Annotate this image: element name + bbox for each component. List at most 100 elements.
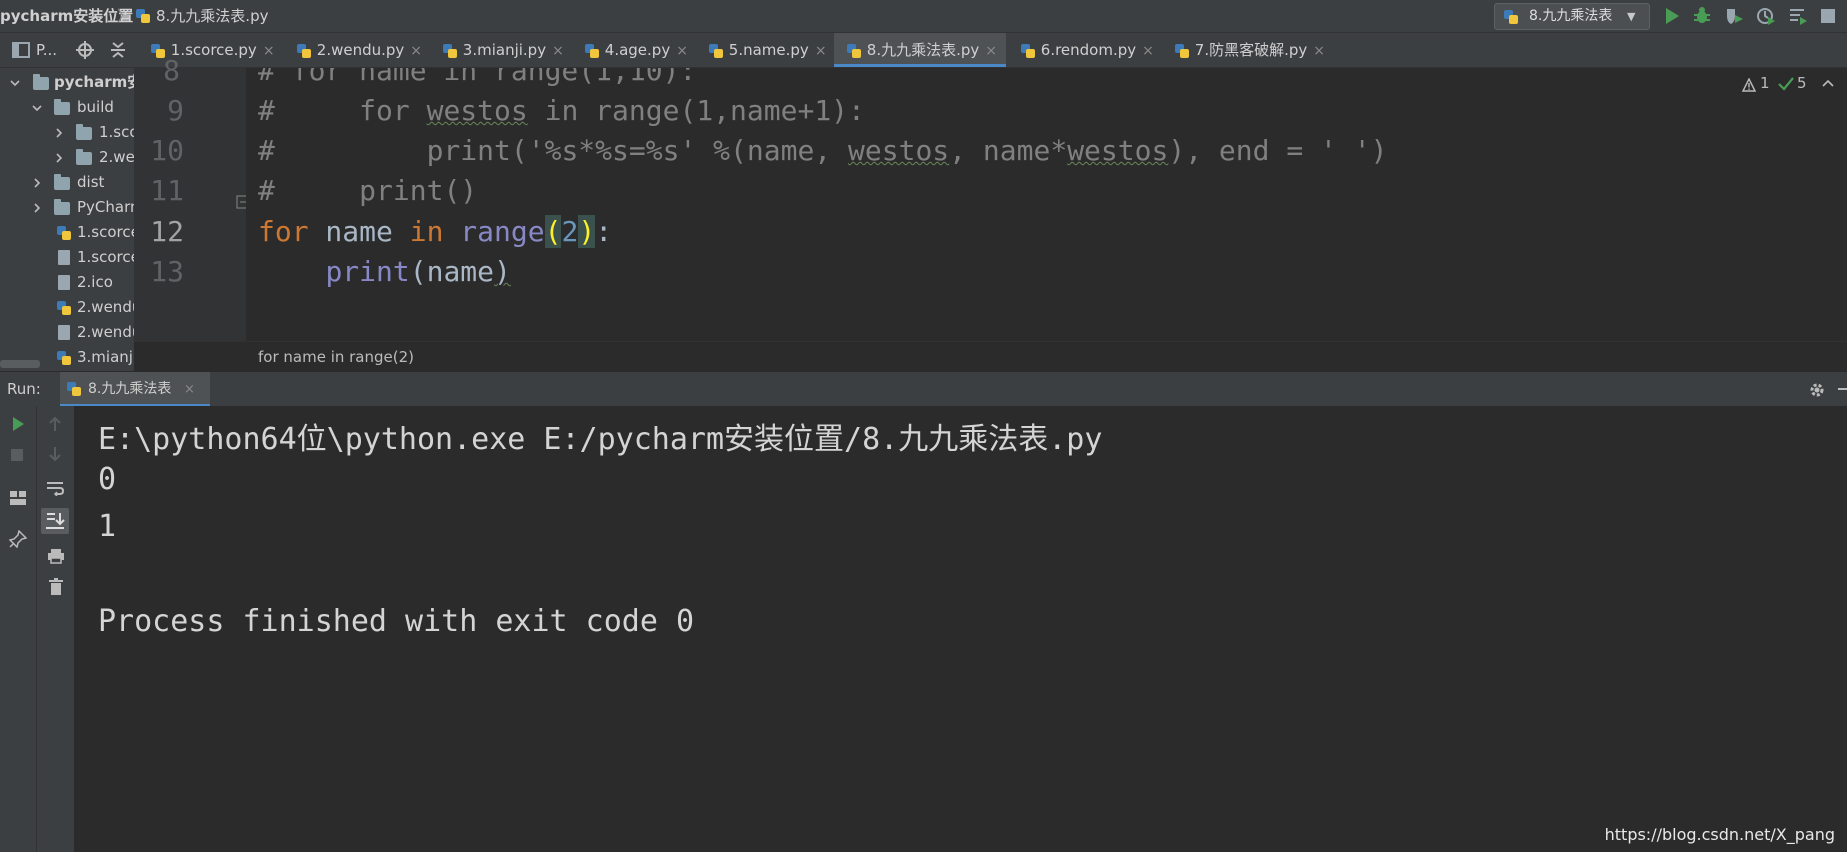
layout-icon[interactable] [9, 490, 27, 506]
close-icon[interactable]: × [985, 43, 997, 59]
run-configuration-label: 8.九九乘法表 [1529, 8, 1613, 24]
python-file-icon [1174, 43, 1190, 59]
warning-icon[interactable] [1742, 78, 1756, 92]
navigation-bar: pycharm安装位置 〉 8.九九乘法表.py 8.九九乘法表 ▼ [0, 0, 1847, 33]
close-icon[interactable]: × [410, 43, 422, 59]
tree-item-2-ico[interactable]: 2.ico [0, 270, 134, 295]
python-file-icon [56, 225, 72, 241]
run-label: Run: [7, 380, 41, 398]
tab-label: 1.scorce.py [170, 41, 257, 59]
run-tab-label: 8.九九乘法表 [88, 381, 172, 397]
code-editor[interactable]: # for name in range(1,10): # for westos … [246, 68, 1847, 341]
tree-label: pycharm安 [54, 73, 134, 91]
line-number: 13 [150, 255, 184, 288]
print-icon[interactable] [47, 548, 65, 564]
locate-icon[interactable] [76, 41, 94, 59]
stop-icon[interactable] [10, 448, 24, 462]
pin-icon[interactable] [9, 530, 27, 548]
code-token: , name* [949, 134, 1068, 167]
close-icon[interactable]: × [815, 43, 827, 59]
tree-item-1-sco[interactable]: 1.sco [0, 120, 134, 145]
tree-item-2-we[interactable]: 2.we [0, 145, 134, 170]
line-number: 9 [167, 94, 184, 127]
code-token: print() [359, 174, 478, 207]
tree-label: 3.mianji [77, 348, 134, 366]
soft-wrap-icon[interactable] [46, 480, 64, 496]
code-line-9: # for westos in range(1,name+1): [258, 94, 865, 127]
tree-item-1-scorce-spec[interactable]: 1.scorce [0, 245, 134, 270]
project-view-icon[interactable] [12, 42, 30, 58]
tab-5-name[interactable]: 5.name.py × [698, 33, 832, 67]
trash-icon[interactable] [48, 578, 64, 596]
tree-label: 2.wendu [77, 323, 134, 341]
folder-icon [76, 124, 92, 140]
close-icon[interactable]: × [184, 372, 195, 407]
arrow-down-icon[interactable] [47, 446, 63, 462]
tab-7-anti-hacker[interactable]: 7.防黑客破解.py × [1160, 33, 1340, 67]
tab-label: 8.九九乘法表.py [866, 41, 980, 59]
python-file-icon [442, 43, 458, 59]
tab-4-age[interactable]: 4.age.py × [574, 33, 696, 67]
run-tab[interactable]: 8.九九乘法表 × [60, 372, 210, 407]
python-file-icon [1503, 9, 1519, 25]
tree-root[interactable]: pycharm安 [0, 70, 134, 95]
breadcrumb-project[interactable]: pycharm安装位置 [0, 0, 133, 32]
tree-item-dist[interactable]: dist [0, 170, 134, 195]
tree-item-2-wendu-py[interactable]: 2.wendu [0, 295, 134, 320]
matched-paren: ( [544, 215, 562, 248]
debug-icon[interactable] [1692, 6, 1712, 26]
chevron-down-icon [32, 103, 42, 113]
tab-6-rendom[interactable]: 6.rendom.py × [1008, 33, 1158, 67]
stop-icon[interactable] [1818, 6, 1838, 26]
chevron-up-icon[interactable] [1822, 78, 1834, 90]
comment-hash: # [258, 174, 275, 207]
breadcrumb-file[interactable]: 8.九九乘法表.py [156, 0, 268, 32]
code-line-12: for name in range(2): [258, 215, 612, 248]
run-configuration-dropdown[interactable]: 8.九九乘法表 ▼ [1494, 3, 1650, 30]
close-icon[interactable]: × [1142, 43, 1154, 59]
tree-label: 1.scorce [77, 248, 134, 266]
close-icon[interactable]: × [552, 43, 564, 59]
code-token-warning: ) [494, 255, 511, 288]
profile-icon[interactable] [1756, 6, 1776, 26]
minimize-icon[interactable] [1838, 388, 1847, 390]
tab-8-multiplication-table[interactable]: 8.九九乘法表.py × [834, 33, 1006, 67]
tab-label: 3.mianji.py [462, 41, 547, 59]
rerun-icon[interactable] [10, 416, 26, 432]
gear-icon[interactable] [1808, 381, 1826, 399]
tree-item-1-scorce-py[interactable]: 1.scorce [0, 220, 134, 245]
tree-label: PyCharm [77, 198, 134, 216]
tab-label: 4.age.py [604, 41, 671, 59]
close-icon[interactable]: × [1313, 43, 1325, 59]
tree-item-build[interactable]: build [0, 95, 134, 120]
keyword-token: for [258, 215, 309, 248]
code-breadcrumb-bar: for name in range(2) [134, 341, 1847, 372]
tree-item-pycharm[interactable]: PyCharm [0, 195, 134, 220]
tree-item-2-wendu-spec[interactable]: 2.wendu [0, 320, 134, 345]
run-panel-header: Run: 8.九九乘法表 × [0, 371, 1847, 407]
console-output[interactable]: E:\python64位\python.exe E:/pycharm安装位置/8… [74, 406, 1847, 852]
concurrency-icon[interactable] [1788, 6, 1808, 26]
console-line: Process finished with exit code 0 [98, 604, 695, 639]
console-line: 1 [98, 509, 117, 544]
folder-icon [33, 74, 49, 90]
horizontal-scrollbar[interactable] [0, 360, 40, 368]
coverage-icon[interactable] [1724, 6, 1744, 26]
project-panel-title[interactable]: P... [36, 33, 57, 67]
check-icon[interactable] [1778, 77, 1794, 91]
close-icon[interactable]: × [263, 43, 275, 59]
run-toolbar-secondary [36, 406, 75, 852]
tab-label: 6.rendom.py [1040, 41, 1137, 59]
scroll-to-end-icon[interactable] [41, 508, 69, 534]
collapse-all-icon[interactable] [110, 41, 126, 59]
tab-2-wendu[interactable]: 2.wendu.py × [286, 33, 430, 67]
arrow-up-icon[interactable] [47, 416, 63, 432]
editor-tab-bar: P... 1.scorce.py × 2.wendu.py × 3.mianji.p… [0, 33, 1847, 68]
editor-gutter: 8 9 10 11 12 13 [134, 54, 250, 341]
close-icon[interactable]: × [676, 43, 688, 59]
tab-3-mianji[interactable]: 3.mianji.py × [432, 33, 572, 67]
code-token-typo: westos [848, 134, 950, 167]
code-breadcrumb[interactable]: for name in range(2) [258, 342, 414, 372]
chevron-right-icon [32, 203, 42, 213]
run-icon[interactable] [1662, 6, 1682, 26]
